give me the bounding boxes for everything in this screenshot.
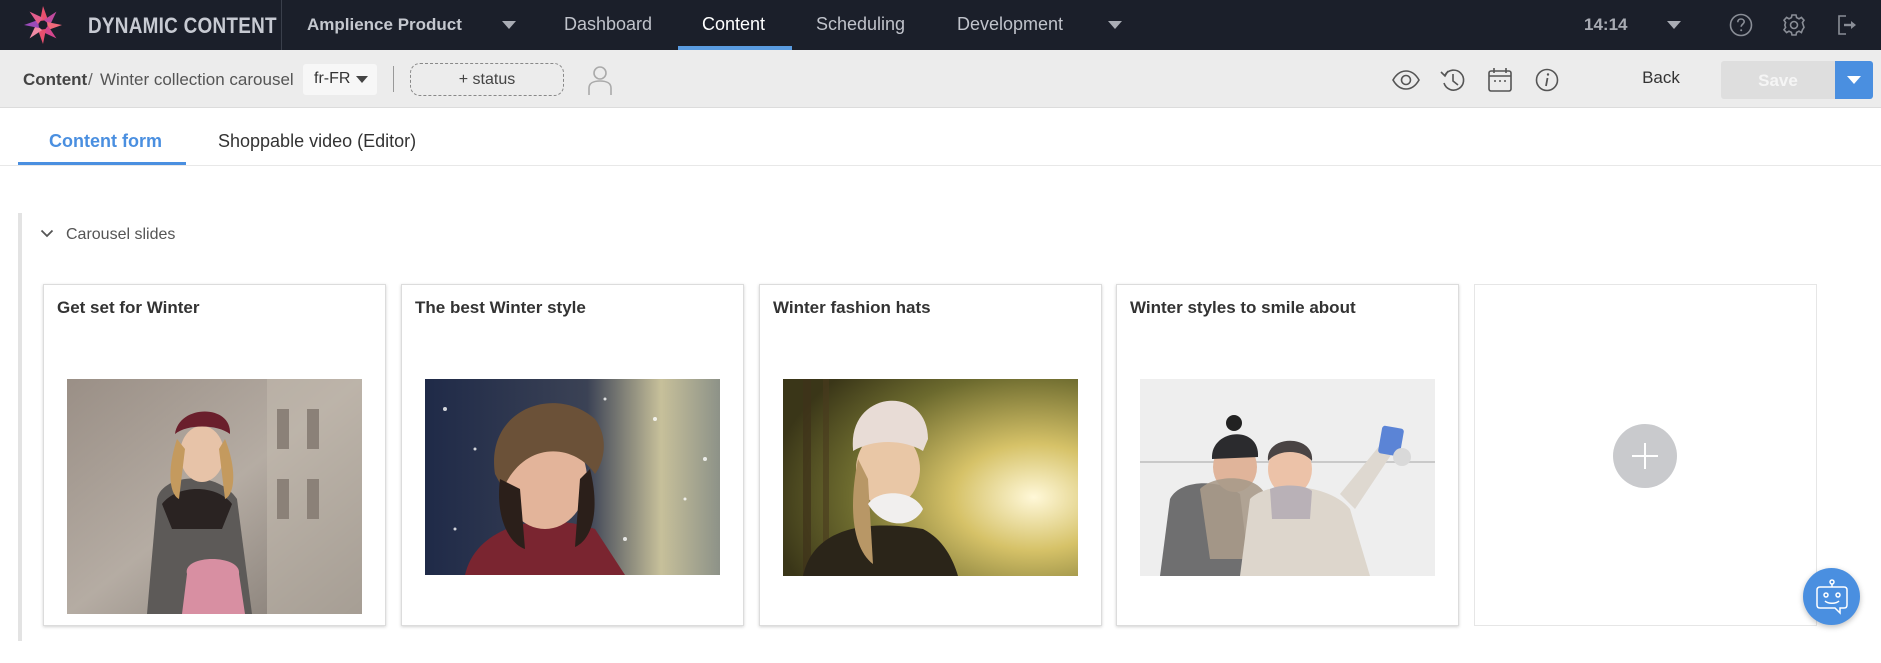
clock: 14:14 xyxy=(1584,15,1628,34)
tab-content-form[interactable]: Content form xyxy=(49,131,162,152)
slide-card[interactable]: The best Winter style xyxy=(401,284,744,626)
nav-content[interactable]: Content xyxy=(702,14,765,35)
nav-scheduling[interactable]: Scheduling xyxy=(816,14,905,35)
preview-icon[interactable] xyxy=(1392,66,1420,94)
breadcrumb-root[interactable]: Content xyxy=(23,70,87,90)
chevron-down-icon xyxy=(40,229,54,238)
nav-dashboard[interactable]: Dashboard xyxy=(564,14,652,35)
help-icon[interactable] xyxy=(1728,12,1754,38)
tab-shoppable-video[interactable]: Shoppable video (Editor) xyxy=(218,131,416,152)
slide-title: The best Winter style xyxy=(415,298,586,317)
save-button[interactable]: Save xyxy=(1721,61,1835,99)
chevron-down-icon[interactable] xyxy=(1108,21,1122,29)
history-icon[interactable] xyxy=(1439,66,1467,94)
slide-image xyxy=(1140,379,1435,576)
logout-icon[interactable] xyxy=(1834,12,1860,38)
add-status-button[interactable]: + status xyxy=(410,63,564,96)
editor-tabs: Content form Shoppable video (Editor) xyxy=(0,108,1881,166)
divider xyxy=(393,66,394,92)
breadcrumb-separator: / xyxy=(88,70,93,89)
top-navigation-bar: DYNAMIC CONTENT Amplience Product Dashbo… xyxy=(0,0,1881,50)
slide-title: Get set for Winter xyxy=(57,298,200,317)
section-rail xyxy=(18,213,22,641)
chevron-down-icon xyxy=(1847,76,1861,84)
nav-development[interactable]: Development xyxy=(957,14,1063,35)
assistant-chat-button[interactable] xyxy=(1803,568,1860,625)
chevron-down-icon[interactable] xyxy=(502,21,516,29)
hub-selector[interactable]: Amplience Product xyxy=(307,15,462,35)
breadcrumb-current: Winter collection carousel xyxy=(100,70,294,89)
back-button[interactable]: Back xyxy=(1628,68,1694,92)
slide-image xyxy=(783,379,1078,576)
locale-selector[interactable]: fr-FR xyxy=(303,64,377,95)
chevron-down-icon[interactable] xyxy=(1667,21,1681,29)
chevron-down-icon xyxy=(356,76,368,83)
active-tab-indicator xyxy=(18,162,186,165)
save-label: Save xyxy=(1758,71,1798,90)
content-toolbar: Content / Winter collection carousel fr-… xyxy=(0,50,1881,108)
slide-image xyxy=(425,379,720,575)
slide-image xyxy=(67,379,362,614)
add-slide-card xyxy=(1474,284,1817,626)
settings-icon[interactable] xyxy=(1781,12,1807,38)
carousel-slides-toggle[interactable]: Carousel slides xyxy=(40,226,200,246)
slide-title: Winter styles to smile about xyxy=(1130,298,1356,317)
section-title: Carousel slides xyxy=(66,226,176,243)
brand-name: DYNAMIC CONTENT xyxy=(88,13,277,38)
locale-value: fr-FR xyxy=(314,70,351,87)
dynamic-content-logo-icon xyxy=(24,6,62,44)
slide-card[interactable]: Winter fashion hats xyxy=(759,284,1102,626)
slide-card[interactable]: Get set for Winter xyxy=(43,284,386,626)
chatbot-icon xyxy=(1816,579,1848,615)
add-slide-button[interactable] xyxy=(1613,424,1677,488)
calendar-icon[interactable] xyxy=(1486,66,1514,94)
assignee-user-icon[interactable] xyxy=(586,64,614,96)
info-icon[interactable] xyxy=(1533,66,1561,94)
slide-title: Winter fashion hats xyxy=(773,298,931,317)
save-options-button[interactable] xyxy=(1835,61,1873,99)
slide-card[interactable]: Winter styles to smile about xyxy=(1116,284,1459,626)
status-label: + status xyxy=(458,71,516,88)
divider xyxy=(281,0,282,50)
